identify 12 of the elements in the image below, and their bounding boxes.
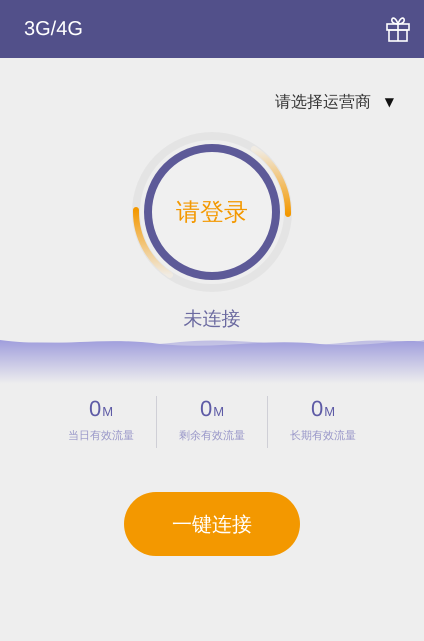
data-label: 当日有效流量 <box>68 428 134 443</box>
data-amount: 0M <box>310 396 336 422</box>
gift-icon[interactable] <box>386 16 410 42</box>
data-label: 剩余有效流量 <box>179 428 245 443</box>
data-amount: 0M <box>200 396 224 422</box>
connection-status: 未连接 <box>182 307 242 332</box>
login-button[interactable]: 请登录 <box>176 196 248 228</box>
data-label: 长期有效流量 <box>290 428 356 443</box>
connect-button[interactable]: 一键连接 <box>124 492 300 556</box>
operator-dropdown[interactable]: 请选择运营商 ▼ <box>274 88 394 116</box>
app-title: 3G/4G <box>24 18 83 40</box>
data-amount: 0M <box>88 396 114 422</box>
